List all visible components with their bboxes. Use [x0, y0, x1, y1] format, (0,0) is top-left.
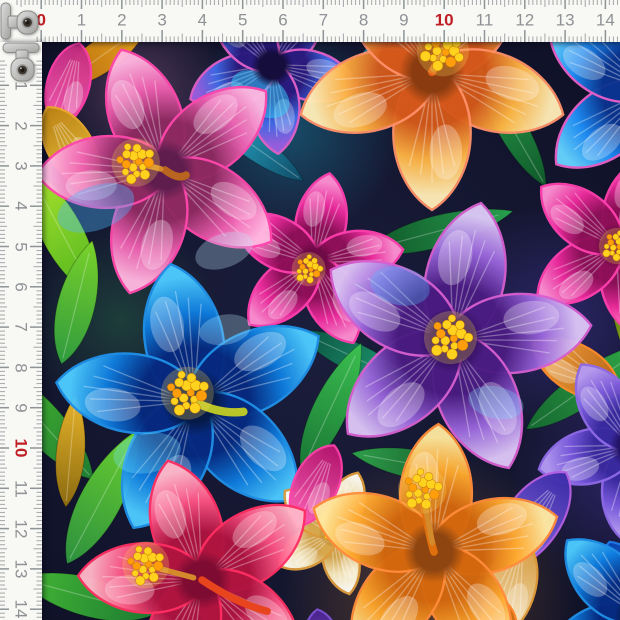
fabric-pattern — [0, 0, 620, 620]
ruler-number: 6 — [278, 12, 287, 29]
ruler-number: 5 — [238, 12, 247, 29]
ruler-number: 13 — [13, 560, 30, 579]
ruler-number: 8 — [13, 363, 30, 372]
ruler-number: 1 — [77, 12, 86, 29]
ruler-number: 7 — [13, 323, 30, 332]
ruler-number: 2 — [13, 121, 30, 130]
ruler-number: 13 — [556, 12, 575, 29]
ruler-number: 12 — [13, 519, 30, 538]
ruler-number: 10 — [435, 12, 454, 29]
fabric-swatch-photo: 01234567891011121314 1234567891011121314 — [0, 0, 620, 620]
ruler-number: 4 — [198, 12, 207, 29]
ruler-number: 14 — [596, 12, 615, 29]
ruler-number: 5 — [13, 242, 30, 251]
ruler-number: 10 — [13, 439, 30, 458]
tape-end-clip-vertical — [0, 42, 42, 86]
ruler-number: 7 — [319, 12, 328, 29]
ruler-number: 3 — [157, 12, 166, 29]
ruler-number: 11 — [13, 480, 30, 498]
ruler-number: 4 — [13, 202, 30, 211]
ruler-number: 9 — [399, 12, 408, 29]
ruler-number: 3 — [13, 161, 30, 170]
ruler-vertical: 1234567891011121314 — [0, 42, 42, 620]
ruler-number: 12 — [515, 12, 534, 29]
ruler-number: 14 — [13, 600, 30, 619]
ruler-number: 8 — [359, 12, 368, 29]
ruler-number: 6 — [13, 282, 30, 291]
ruler-number: 9 — [13, 403, 30, 412]
tape-end-clip-horizontal — [0, 0, 44, 42]
ruler-number: 2 — [117, 12, 126, 29]
ruler-number: 11 — [476, 12, 494, 29]
ruler-horizontal: 01234567891011121314 — [0, 0, 620, 42]
